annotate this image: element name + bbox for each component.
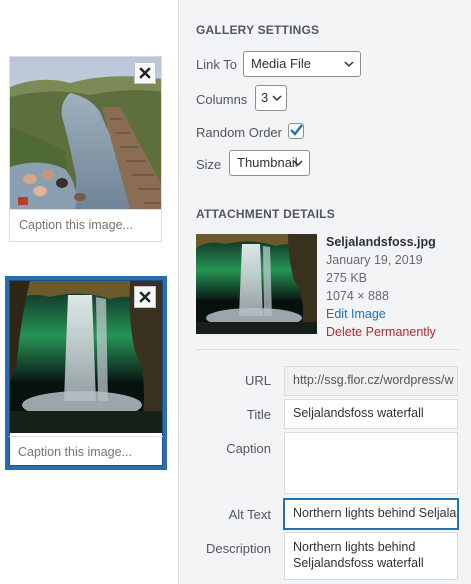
caption-textarea[interactable] (284, 432, 458, 494)
chevron-down-icon (293, 160, 303, 167)
description-textarea[interactable]: Northern lights behind Seljalandsfoss wa… (284, 532, 458, 580)
link-to-label: Link To (196, 57, 237, 72)
gallery-item-selected[interactable]: Caption this image... (5, 276, 167, 470)
attachment-info: Seljalandsfoss.jpg January 19, 2019 275 … (326, 233, 436, 341)
remove-image-button[interactable] (134, 286, 156, 308)
close-icon (139, 291, 151, 303)
alt-text-label: Alt Text (228, 507, 271, 522)
link-to-value: Media File (251, 56, 311, 71)
title-field[interactable]: Seljalandsfoss waterfall (284, 399, 458, 429)
settings-sidebar: GALLERY SETTINGS Link To Media File Colu… (178, 0, 471, 584)
chevron-down-icon (344, 61, 354, 68)
columns-label: Columns (196, 92, 248, 107)
attachment-dimensions: 1074 × 888 (326, 289, 389, 303)
checkmark-icon (290, 124, 303, 136)
title-label: Title (246, 407, 271, 422)
gallery-settings-heading: GALLERY SETTINGS (196, 23, 320, 37)
chevron-down-icon (272, 95, 282, 102)
random-order-checkbox[interactable] (288, 123, 304, 139)
columns-select[interactable]: 3 (255, 85, 287, 111)
attachment-thumbnail (196, 234, 317, 334)
size-label: Size (196, 157, 222, 172)
random-order-label: Random Order (196, 125, 282, 140)
link-to-select[interactable]: Media File (243, 51, 361, 77)
size-value: Thumbnail (237, 155, 298, 170)
caption-label: Caption (226, 441, 271, 456)
gallery-item[interactable]: Caption this image... (9, 56, 162, 242)
divider (196, 349, 459, 350)
attachment-filesize: 275 KB (326, 271, 368, 285)
columns-value: 3 (261, 90, 269, 105)
url-field[interactable]: http://ssg.flor.cz/wordpress/w (284, 366, 458, 396)
url-label: URL (244, 373, 271, 388)
caption-field[interactable]: Caption this image... (10, 209, 161, 241)
description-label: Description (205, 541, 271, 556)
attachment-date: January 19, 2019 (326, 253, 423, 267)
caption-field[interactable]: Caption this image... (9, 436, 163, 466)
remove-image-button[interactable] (134, 62, 156, 84)
close-icon (139, 67, 151, 79)
attachment-details-heading: ATTACHMENT DETAILS (196, 207, 335, 221)
edit-image-link[interactable]: Edit Image (326, 305, 436, 323)
alt-text-field[interactable]: Northern lights behind Seljala (284, 499, 458, 529)
size-select[interactable]: Thumbnail (229, 150, 310, 176)
attachment-filename: Seljalandsfoss.jpg (326, 235, 436, 249)
gallery-grid: Caption this image... Caption this image… (0, 0, 178, 584)
delete-permanently-link[interactable]: Delete Permanently (326, 323, 436, 341)
